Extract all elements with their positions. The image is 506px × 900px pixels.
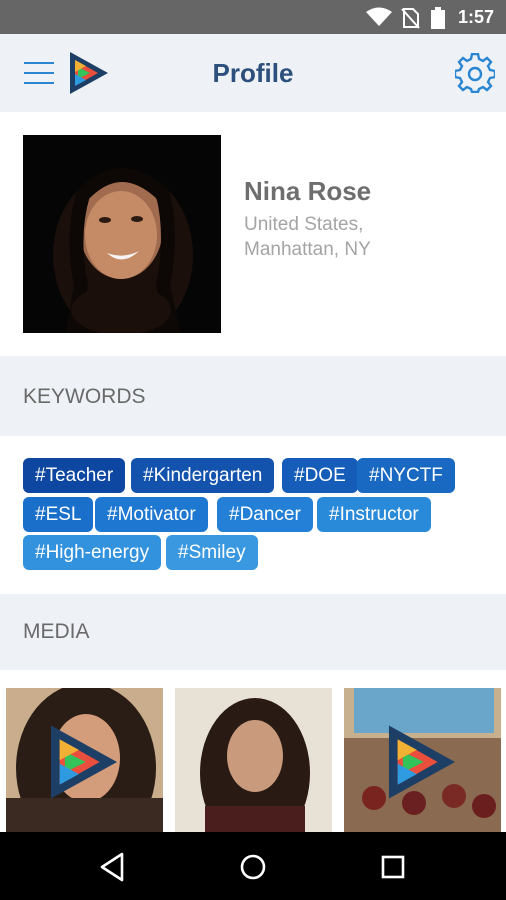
keywords-header-label: KEYWORDS bbox=[23, 385, 146, 408]
keyword-tag[interactable]: #Motivator bbox=[95, 497, 208, 532]
keyword-tag[interactable]: #High-energy bbox=[23, 535, 162, 570]
play-icon bbox=[50, 725, 118, 799]
keyword-tag[interactable]: #ESL bbox=[23, 497, 94, 532]
keyword-tag[interactable]: #NYCTF bbox=[357, 458, 455, 493]
wifi-icon bbox=[366, 7, 392, 26]
keyword-tag[interactable]: #Teacher bbox=[23, 458, 126, 493]
no-sim-icon bbox=[401, 8, 420, 29]
home-icon[interactable] bbox=[236, 850, 270, 884]
keyword-tag[interactable]: #Dancer bbox=[217, 497, 313, 532]
avatar[interactable] bbox=[23, 135, 221, 333]
gear-icon[interactable] bbox=[455, 53, 495, 93]
keyword-tag[interactable]: #Kindergarten bbox=[131, 458, 275, 493]
keyword-tag[interactable]: #Smiley bbox=[166, 535, 258, 570]
app-bar: Profile bbox=[0, 34, 506, 112]
battery-icon bbox=[431, 7, 445, 29]
media-header-label: MEDIA bbox=[23, 620, 90, 643]
media-thumbnail[interactable] bbox=[175, 688, 332, 832]
keyword-tag[interactable]: #DOE bbox=[282, 458, 358, 493]
back-icon[interactable] bbox=[96, 850, 130, 884]
profile-location-country: United States, bbox=[244, 214, 364, 235]
status-time: 1:57 bbox=[457, 7, 494, 27]
play-icon bbox=[388, 725, 456, 799]
profile-location-city: Manhattan, NY bbox=[244, 239, 371, 260]
system-nav-bar bbox=[0, 832, 506, 900]
keyword-tags: #Teacher #Kindergarten #DOE #NYCTF #ESL … bbox=[0, 436, 506, 594]
media-thumbnail[interactable] bbox=[344, 688, 501, 832]
recents-icon[interactable] bbox=[376, 850, 410, 884]
media-section-header: MEDIA bbox=[0, 594, 506, 670]
page-title: Profile bbox=[212, 58, 294, 88]
status-bar: 1:57 bbox=[0, 0, 506, 34]
keywords-section-header: KEYWORDS bbox=[0, 356, 506, 436]
keyword-tag[interactable]: #Instructor bbox=[317, 497, 431, 532]
media-thumbnail[interactable] bbox=[6, 688, 163, 832]
profile-name: Nina Rose bbox=[244, 176, 372, 206]
profile-card: Nina Rose United States, Manhattan, NY bbox=[0, 112, 506, 356]
media-grid bbox=[0, 670, 506, 832]
